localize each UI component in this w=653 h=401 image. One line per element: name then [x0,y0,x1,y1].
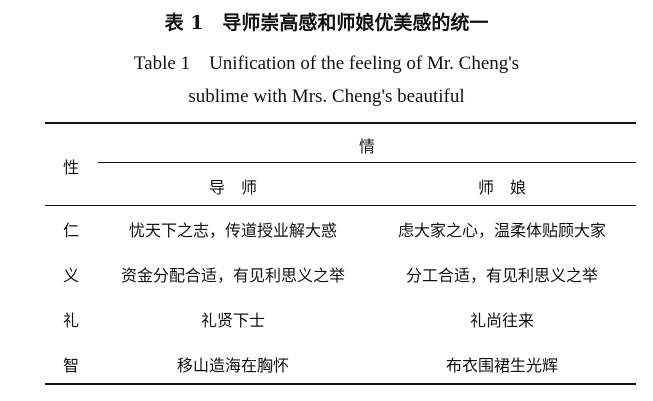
column-header-mentor-wife: 师 娘 [477,178,527,197]
table-title-chinese: 表 1 导师崇高感和师娘优美感的统一 [164,12,489,34]
row-label: 智 [62,356,80,375]
row-label: 仁 [62,221,80,240]
row-header: 性 [62,158,80,177]
table-cell: 布衣围裙生光辉 [445,356,559,375]
top-rule [45,122,636,124]
table-cell: 资金分配合适，有见利思义之举 [120,266,346,285]
group-header: 情 [358,137,376,156]
table-cell: 礼贤下士 [200,311,266,330]
table-cell: 移山造海在胸怀 [176,356,290,375]
table-cell: 忧天下之志，传道授业解大惑 [128,221,338,240]
group-rule [98,162,636,163]
column-header-mentor: 导 师 [208,178,258,197]
bottom-rule [45,383,636,385]
table-title-english-line1: Table 1 Unification of the feeling of Mr… [133,53,520,74]
row-label: 礼 [62,311,80,330]
table-title-english-line2: sublime with Mrs. Cheng's beautiful [188,86,465,107]
table-cell: 分工合适，有见利思义之举 [405,266,599,285]
table-cell: 礼尚往来 [469,311,535,330]
table-cell: 虑大家之心，温柔体贴顾大家 [397,221,607,240]
row-label: 义 [62,266,80,285]
header-rule [45,205,636,206]
